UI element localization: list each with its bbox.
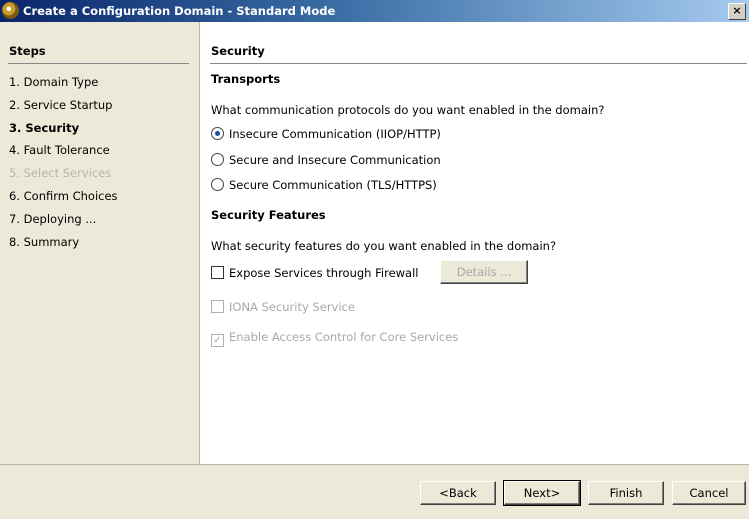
finish-button[interactable]: Finish (588, 481, 664, 505)
check-mark-icon[interactable]: ✓ (211, 334, 224, 347)
radio-secure-and-insecure-label: Secure and Insecure Communication (229, 153, 441, 167)
steps-divider (8, 63, 189, 64)
radio-insecure[interactable]: Insecure Communication (IIOP/HTTP) (211, 127, 441, 141)
title-bar: Create a Configuration Domain - Standard… (0, 0, 749, 22)
radio-insecure-label: Insecure Communication (IIOP/HTTP) (229, 127, 441, 141)
cancel-button[interactable]: Cancel (672, 481, 746, 505)
button-bar: <Back Next> Finish Cancel (0, 464, 749, 519)
step-security: 3. Security (9, 121, 80, 135)
step-domain-type: 1. Domain Type (9, 75, 99, 89)
security-features-heading: Security Features (211, 208, 326, 222)
details-button[interactable]: Details ... (440, 260, 528, 284)
transports-question: What communication protocols do you want… (211, 103, 605, 117)
window-title: Create a Configuration Domain - Standard… (23, 4, 336, 18)
checkbox-icon[interactable] (211, 300, 224, 313)
page-title: Security (211, 44, 265, 58)
steps-heading: Steps (9, 44, 46, 58)
checkbox-expose-firewall[interactable]: Expose Services through Firewall (211, 266, 419, 280)
step-fault-tolerance: 4. Fault Tolerance (9, 143, 110, 157)
main-panel: Security Transports What communication p… (200, 22, 749, 464)
step-service-startup: 2. Service Startup (9, 98, 113, 112)
radio-icon[interactable] (211, 153, 224, 166)
checkbox-iona-security-label: IONA Security Service (229, 300, 355, 314)
step-deploying: 7. Deploying ... (9, 212, 97, 226)
close-icon[interactable]: × (728, 3, 746, 20)
steps-panel: Steps 1. Domain Type 2. Service Startup … (0, 22, 200, 464)
checkbox-icon[interactable] (211, 266, 224, 279)
next-button[interactable]: Next> (503, 480, 581, 506)
radio-secure[interactable]: Secure Communication (TLS/HTTPS) (211, 178, 437, 192)
checkbox-access-control[interactable]: ✓ Enable Access Control for Core Services (211, 330, 458, 347)
features-question: What security features do you want enabl… (211, 239, 557, 253)
step-summary: 8. Summary (9, 235, 80, 249)
checkbox-iona-security[interactable]: IONA Security Service (211, 300, 355, 314)
checkbox-expose-firewall-label: Expose Services through Firewall (229, 266, 419, 280)
radio-secure-and-insecure[interactable]: Secure and Insecure Communication (211, 153, 441, 167)
step-select-services: 5. Select Services (9, 166, 112, 180)
step-confirm-choices: 6. Confirm Choices (9, 189, 118, 203)
radio-secure-label: Secure Communication (TLS/HTTPS) (229, 178, 437, 192)
radio-selected-icon[interactable] (211, 127, 224, 140)
radio-icon[interactable] (211, 178, 224, 191)
checkbox-access-control-label: Enable Access Control for Core Services (229, 330, 459, 344)
app-globe-icon (2, 2, 19, 19)
transports-heading: Transports (211, 72, 281, 86)
back-button[interactable]: <Back (420, 481, 496, 505)
title-divider (210, 63, 747, 64)
